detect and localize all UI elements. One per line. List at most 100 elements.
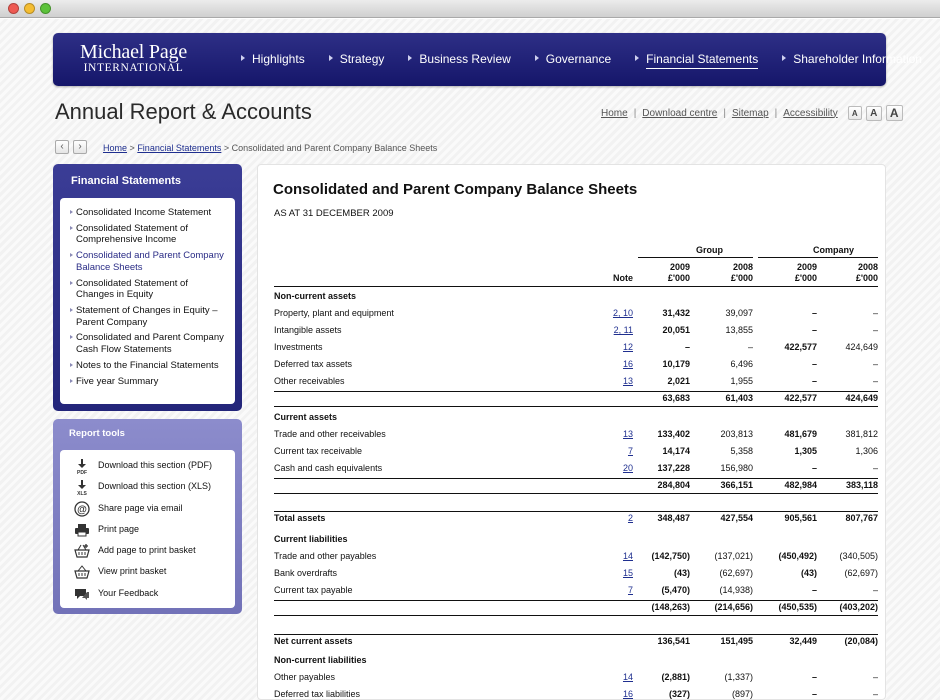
company-header: Company	[813, 245, 855, 255]
breadcrumb-financial-statements[interactable]: Financial Statements	[137, 143, 221, 153]
value-cell: (403,202)	[839, 602, 878, 612]
note-link[interactable]: 2, 10	[593, 308, 633, 318]
nav-item-financial-statements[interactable]: Financial Statements	[635, 52, 759, 69]
column-unit: £'000	[667, 273, 690, 283]
nav-item-label: Financial Statements	[646, 52, 759, 69]
sidebar-item-consolidated-and-parent-company-cash-flow-statements[interactable]: Consolidated and Parent Company Cash Flo…	[70, 332, 227, 355]
bullet-arrow-icon	[70, 210, 73, 214]
value-cell: 137,228	[657, 463, 690, 473]
util-link-home[interactable]: Home	[601, 108, 628, 119]
font-size-small-button[interactable]: A	[847, 106, 862, 120]
michael-page-logo[interactable]: Michael Page INTERNATIONAL	[80, 41, 187, 74]
sidebar-item-consolidated-income-statement[interactable]: Consolidated Income Statement	[70, 207, 227, 219]
breadcrumb-home[interactable]: Home	[103, 143, 127, 153]
note-link[interactable]: 7	[593, 585, 633, 595]
value-cell: 427,554	[720, 513, 753, 523]
value-cell: 156,980	[720, 463, 753, 473]
note-link[interactable]: 14	[593, 672, 633, 682]
value-cell: 13,855	[725, 325, 753, 335]
printer-icon	[74, 522, 90, 538]
note-link[interactable]: 2	[593, 513, 633, 523]
font-size-large-button[interactable]: A	[885, 105, 903, 121]
sidebar-item-label: Notes to the Financial Statements	[76, 359, 219, 371]
forward-arrow-button[interactable]: ›	[73, 140, 87, 154]
tool-download-this-section-xls[interactable]: XLS Download this section (XLS)	[68, 479, 235, 500]
nav-item-label: Governance	[545, 52, 612, 66]
tool-download-this-section-pdf[interactable]: PDF Download this section (PDF)	[68, 458, 235, 479]
sidebar-item-five-year-summary[interactable]: Five year Summary	[70, 376, 227, 388]
value-cell: 348,487	[657, 513, 690, 523]
note-link[interactable]: 16	[593, 689, 633, 699]
util-link-download-centre[interactable]: Download centre	[642, 108, 717, 119]
font-size-medium-button[interactable]: A	[865, 105, 882, 121]
bullet-arrow-icon	[70, 225, 73, 230]
nav-arrow-icon	[635, 55, 640, 61]
value-cell: (148,263)	[651, 602, 690, 612]
column-unit: £'000	[794, 273, 817, 283]
svg-text:@: @	[77, 504, 87, 515]
value-cell: –	[872, 463, 878, 473]
note-link[interactable]: 13	[593, 376, 633, 386]
nav-item-strategy[interactable]: Strategy	[328, 52, 384, 66]
value-cell: 10,179	[662, 359, 690, 369]
value-cell: 366,151	[720, 480, 753, 490]
page-title: Annual Report & Accounts	[55, 99, 312, 124]
note-link[interactable]: 12	[593, 342, 633, 352]
note-link[interactable]: 16	[593, 359, 633, 369]
tool-view-print-basket[interactable]: View print basket	[68, 564, 235, 585]
note-link[interactable]: 2, 11	[593, 325, 633, 335]
row-label: Bank overdrafts	[274, 568, 338, 578]
row-label: Other payables	[274, 672, 336, 682]
note-link[interactable]: 14	[593, 551, 633, 561]
sidebar-item-consolidated-statement-of-changes-in-equity[interactable]: Consolidated Statement of Changes in Equ…	[70, 278, 227, 301]
sidebar-item-consolidated-statement-of-comprehensive-income[interactable]: Consolidated Statement of Comprehensive …	[70, 223, 227, 246]
close-window-button[interactable]	[8, 3, 19, 14]
note-link[interactable]: 7	[593, 446, 633, 456]
tool-add-page-to-print-basket[interactable]: Add page to print basket	[68, 543, 235, 564]
sidebar-item-consolidated-and-parent-company-balance-sheets[interactable]: Consolidated and Parent Company Balance …	[70, 250, 227, 273]
value-cell: 807,767	[845, 513, 878, 523]
value-cell: –	[872, 325, 878, 335]
nav-item-highlights[interactable]: Highlights	[241, 52, 305, 66]
minimize-window-button[interactable]	[24, 3, 35, 14]
subtotal-rule	[274, 478, 878, 479]
row-label: Cash and cash equivalents	[274, 463, 383, 473]
nav-arrow-icon	[408, 55, 413, 61]
tool-your-feedback[interactable]: Your Feedback	[68, 586, 235, 607]
value-cell: 424,649	[845, 342, 878, 352]
back-arrow-button[interactable]: ‹	[55, 140, 69, 154]
util-divider: |	[774, 107, 778, 119]
tool-label: Share page via email	[98, 502, 183, 513]
note-link[interactable]: 15	[593, 568, 633, 578]
sidebar-item-label: Consolidated Statement of Comprehensive …	[76, 222, 188, 246]
subtotal-bottom-rule	[274, 615, 878, 616]
row-label: Property, plant and equipment	[274, 308, 394, 318]
bullet-arrow-icon	[70, 280, 73, 285]
nav-item-shareholder-information[interactable]: Shareholder Information	[782, 52, 922, 66]
content-subtitle: AS AT 31 DECEMBER 2009	[274, 208, 394, 219]
value-cell: 424,649	[845, 393, 878, 403]
util-link-sitemap[interactable]: Sitemap	[732, 108, 769, 119]
report-tools-list: PDF Download this section (PDF) XLS Downloa…	[60, 450, 235, 608]
util-link-accessibility[interactable]: Accessibility	[783, 108, 837, 119]
sidebar-item-statement-of-changes-in-equity-parent-company[interactable]: Statement of Changes in Equity – Parent …	[70, 305, 227, 328]
value-cell: (62,697)	[719, 568, 753, 578]
tool-print-page[interactable]: Print page	[68, 522, 235, 543]
zoom-window-button[interactable]	[40, 3, 51, 14]
note-link[interactable]: 13	[593, 429, 633, 439]
note-link[interactable]: 20	[593, 463, 633, 473]
value-cell: (2,881)	[661, 672, 690, 682]
tool-label: Download this section (XLS)	[98, 481, 212, 492]
report-tools-panel: Report tools PDF Download this section (P…	[53, 419, 242, 614]
value-cell: 133,402	[657, 429, 690, 439]
sidebar-item-notes-to-the-financial-statements[interactable]: Notes to the Financial Statements	[70, 360, 227, 372]
nav-item-business-review[interactable]: Business Review	[408, 52, 511, 66]
tool-share-page-via-email[interactable]: @ Share page via email	[68, 500, 235, 522]
sidebar-item-label: Statement of Changes in Equity – Parent …	[76, 305, 218, 328]
breadcrumb-separator: >	[129, 143, 135, 153]
value-cell: –	[872, 359, 878, 369]
value-cell: –	[747, 342, 753, 352]
sidebar-menu: Consolidated Income Statement Consolidate…	[60, 198, 235, 404]
value-cell: 5,358	[730, 446, 753, 456]
nav-item-governance[interactable]: Governance	[534, 52, 612, 66]
